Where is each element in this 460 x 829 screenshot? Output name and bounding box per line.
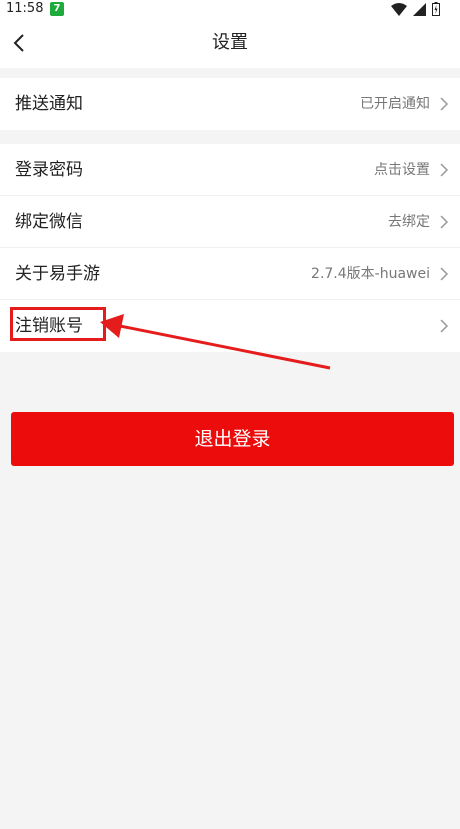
chevron-right-icon xyxy=(440,97,449,111)
status-time: 11:58 xyxy=(6,1,44,16)
push-notification-row[interactable]: 推送通知 已开启通知 xyxy=(0,78,460,130)
row-value: 2.7.4版本-huawei xyxy=(311,266,430,282)
row-value: 已开启通知 xyxy=(360,96,430,112)
row-label: 关于易手游 xyxy=(15,264,100,284)
status-bar: 11:58 7 xyxy=(0,0,460,18)
app-notification-icon: 7 xyxy=(50,2,64,16)
row-label: 登录密码 xyxy=(15,160,83,180)
logout-button[interactable]: 退出登录 xyxy=(11,412,454,466)
page-title: 设置 xyxy=(212,32,248,53)
about-app-row[interactable]: 关于易手游 2.7.4版本-huawei xyxy=(0,248,460,300)
bind-wechat-row[interactable]: 绑定微信 去绑定 xyxy=(0,196,460,248)
wifi-icon xyxy=(391,2,407,16)
row-value: 点击设置 xyxy=(374,162,430,178)
settings-group-notifications: 推送通知 已开启通知 xyxy=(0,78,460,130)
chevron-right-icon xyxy=(440,267,449,281)
chevron-right-icon xyxy=(440,319,449,333)
signal-icon xyxy=(413,2,426,16)
row-value: 去绑定 xyxy=(388,214,430,230)
nav-bar: 设置 xyxy=(0,18,460,68)
chevron-right-icon xyxy=(440,163,449,177)
chevron-right-icon xyxy=(440,215,449,229)
row-label: 推送通知 xyxy=(15,94,83,114)
row-label: 绑定微信 xyxy=(15,212,83,232)
status-icons xyxy=(391,2,440,16)
annotation-highlight-box xyxy=(10,307,106,341)
login-password-row[interactable]: 登录密码 点击设置 xyxy=(0,144,460,196)
battery-icon xyxy=(432,2,440,16)
